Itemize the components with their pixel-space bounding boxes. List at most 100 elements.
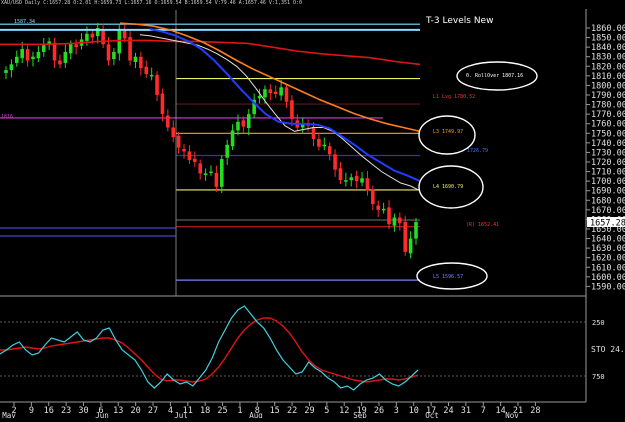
stoch-label: STO 24. <box>591 345 625 354</box>
candle-body <box>398 217 402 224</box>
candle-body <box>214 172 219 187</box>
candle-body <box>225 144 229 158</box>
candle-body <box>344 180 348 182</box>
candle-body <box>166 115 170 128</box>
month-label: Aug <box>249 411 263 418</box>
price-tick-label: 1860.00 <box>591 24 625 34</box>
time-tick-label: 13 <box>113 406 123 416</box>
time-tick-label: 29 <box>304 406 314 416</box>
time-tick-label: 14 <box>496 406 506 416</box>
candle-body <box>182 149 186 152</box>
level-label: 0. RollOver 1807.16 <box>466 73 523 79</box>
month-label: Jul <box>174 411 188 418</box>
candle-body <box>279 87 283 96</box>
level-label: L4 1690.79 <box>433 184 463 190</box>
candle-body <box>381 208 386 211</box>
time-tick-label: 4 <box>168 406 173 416</box>
price-tick-label: 1850.00 <box>591 34 625 44</box>
level-label: 1726.79 <box>467 148 488 154</box>
price-tick-label: 1840.00 <box>591 43 625 53</box>
candle-body <box>219 159 224 187</box>
time-tick-label: 16 <box>44 406 54 416</box>
chart-background <box>0 0 625 418</box>
time-tick-label: 10 <box>409 406 419 416</box>
time-tick-label: 28 <box>530 406 540 416</box>
price-tick-label: 1700.00 <box>591 177 625 187</box>
candle-body <box>144 66 149 74</box>
time-tick-label: 9 <box>29 406 34 416</box>
price-tick-label: 1740.00 <box>591 139 625 149</box>
level-label: (R) 1652.41 <box>466 222 499 228</box>
candle-body <box>354 175 359 182</box>
price-tick-label: 1830.00 <box>591 53 625 63</box>
time-tick-label: 24 <box>443 406 453 416</box>
candle-body <box>268 89 273 94</box>
candle-body <box>284 87 289 102</box>
candle-body <box>360 178 364 183</box>
price-tick-label: 1800.00 <box>591 81 625 91</box>
price-tick-label: 1760.00 <box>591 120 625 130</box>
level-label: 1587.34 <box>14 19 35 25</box>
candle-body <box>171 127 176 138</box>
candle-body <box>236 121 240 131</box>
candle-body <box>371 189 375 205</box>
time-tick-label: 30 <box>78 406 88 416</box>
candle-body <box>311 127 316 140</box>
candle-body <box>155 74 159 95</box>
symbol-header: XAU/USD Daily C:1657.28 O:2.01 H:1659.73… <box>1 0 303 6</box>
price-tick-label: 1780.00 <box>591 101 625 111</box>
candle-body <box>365 178 370 191</box>
chart-canvas: 0. RollOver 1807.16L1 Lvg 1780.521816L3 … <box>0 0 625 420</box>
candle-body <box>68 44 73 54</box>
candle-body <box>122 29 127 39</box>
price-tick-label: 1770.00 <box>591 110 625 120</box>
candle-body <box>246 114 251 129</box>
month-label: Sep <box>353 411 367 418</box>
candle-body <box>257 95 262 99</box>
price-tick-label: 1620.00 <box>591 254 625 264</box>
candle-body <box>58 60 62 65</box>
candle-body <box>333 154 337 170</box>
candle-body <box>36 51 41 59</box>
candle-body <box>52 42 57 61</box>
candle-body <box>263 89 267 98</box>
time-tick-label: 22 <box>287 406 297 416</box>
candle-body <box>193 158 197 162</box>
price-tick-label: 1640.00 <box>591 235 625 245</box>
candle-body <box>139 56 143 69</box>
level-label: 1816 <box>1 114 13 120</box>
price-tick-label: 1630.00 <box>591 244 625 254</box>
price-axis: 1860.001850.001840.001830.001820.001810.… <box>586 24 625 292</box>
candle-body <box>47 41 51 44</box>
price-tick-label: 1590.00 <box>591 282 625 292</box>
candle-body <box>198 163 203 174</box>
month-label: Oct <box>425 411 439 418</box>
time-tick-label: 1 <box>237 406 242 416</box>
price-tick-label: 1610.00 <box>591 263 625 273</box>
time-tick-label: 26 <box>374 406 384 416</box>
candle-body <box>41 45 46 52</box>
candle-body <box>25 49 30 61</box>
candle-body <box>327 146 332 155</box>
month-label: May <box>2 411 16 418</box>
price-chart: 0. RollOver 1807.16 L1 Lvg 1780.52 1816 L3 … <box>0 0 625 420</box>
stoch-level-label: 250 <box>592 319 605 327</box>
candle-body <box>290 100 294 119</box>
price-tick-label: 1600.00 <box>591 273 625 283</box>
time-tick-label: 23 <box>61 406 71 416</box>
stoch-level-label: 750 <box>592 373 605 381</box>
time-tick-label: 25 <box>217 406 227 416</box>
candle-body <box>176 135 181 148</box>
candle-body <box>133 56 138 62</box>
time-tick-label: 5 <box>324 406 329 416</box>
candle-body <box>317 139 321 147</box>
candle-body <box>74 44 78 48</box>
month-label: Nov <box>505 411 519 418</box>
price-tick-label: 1790.00 <box>591 91 625 101</box>
candle-body <box>209 171 213 174</box>
time-tick-label: 27 <box>148 406 158 416</box>
price-tick-label: 1750.00 <box>591 129 625 139</box>
candle-body <box>403 221 408 252</box>
candle-body <box>149 74 154 77</box>
candle-body <box>322 144 327 147</box>
